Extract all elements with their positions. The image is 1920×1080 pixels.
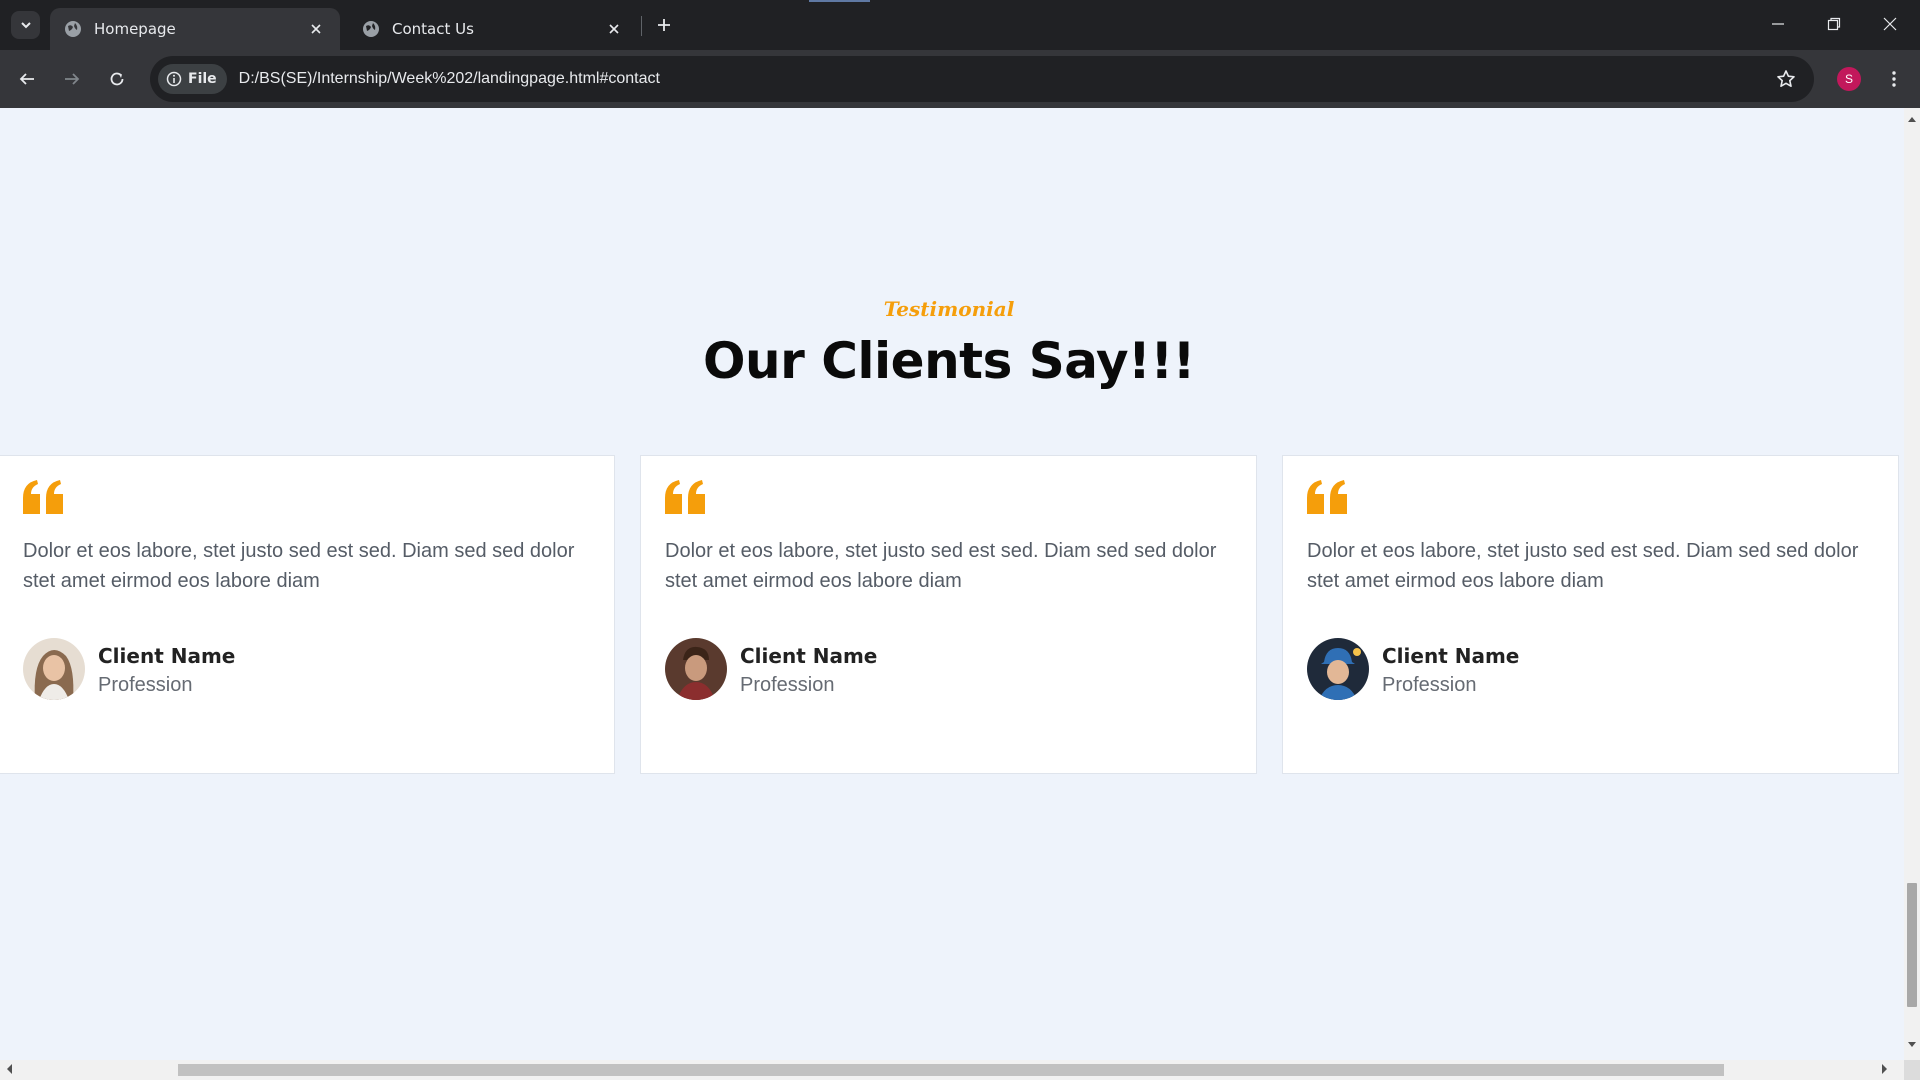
tab-contact-us[interactable]: Contact Us — [348, 8, 638, 50]
client-name: Client Name — [98, 644, 236, 668]
close-icon — [609, 24, 619, 34]
testimonial-card: Dolor et eos labore, stet justo sed est … — [1282, 455, 1899, 774]
globe-icon — [64, 20, 82, 38]
section-eyebrow: Testimonial — [883, 297, 1015, 321]
star-icon — [1777, 70, 1795, 87]
address-bar[interactable]: File D:/BS(SE)/Internship/Week%202/landi… — [150, 56, 1814, 102]
testimonial-card: Dolor et eos labore, stet justo sed est … — [640, 455, 1257, 774]
tab-separator — [641, 16, 642, 36]
horizontal-scrollbar[interactable] — [0, 1060, 1904, 1080]
vertical-scrollbar[interactable] — [1904, 108, 1920, 1060]
kebab-menu-icon — [1892, 71, 1896, 87]
info-icon — [166, 71, 182, 87]
minimize-button[interactable] — [1750, 0, 1806, 48]
tab-search-button[interactable] — [11, 11, 40, 39]
back-button[interactable] — [11, 63, 43, 95]
plus-icon — [658, 19, 670, 31]
browser-menu-button[interactable] — [1880, 63, 1908, 95]
chip-label: File — [188, 71, 217, 87]
scroll-down-arrow-icon[interactable] — [1908, 1042, 1916, 1048]
quote-icon — [665, 480, 705, 514]
tab-search-icon — [20, 22, 31, 29]
section-title: Our Clients Say!!! — [703, 332, 1195, 390]
close-window-button[interactable] — [1862, 0, 1918, 48]
testimonial-text: Dolor et eos labore, stet justo sed est … — [665, 540, 1217, 592]
page-viewport: Testimonial Our Clients Say!!! Dolor et … — [0, 108, 1904, 1060]
client-avatar — [1307, 638, 1369, 700]
tab-title: Homepage — [94, 20, 176, 38]
browser-toolbar: File D:/BS(SE)/Internship/Week%202/landi… — [0, 50, 1920, 108]
forward-button[interactable] — [56, 63, 88, 95]
bookmark-button[interactable] — [1772, 65, 1800, 93]
reload-icon — [110, 72, 124, 86]
reload-button[interactable] — [101, 63, 133, 95]
scroll-up-arrow-icon[interactable] — [1908, 116, 1916, 122]
restore-button[interactable] — [1806, 0, 1862, 48]
site-info-chip[interactable]: File — [158, 64, 227, 94]
client-name: Client Name — [740, 644, 878, 668]
scroll-right-arrow-icon[interactable] — [1882, 1064, 1888, 1074]
scroll-left-arrow-icon[interactable] — [6, 1064, 12, 1074]
testimonial-card: Dolor et eos labore, stet justo sed est … — [0, 455, 615, 774]
tab-title: Contact Us — [392, 20, 474, 38]
client-avatar — [665, 638, 727, 700]
restore-icon — [1827, 17, 1841, 31]
testimonial-text: Dolor et eos labore, stet justo sed est … — [23, 540, 575, 592]
tab-strip: Homepage Contact Us — [0, 0, 1920, 50]
profile-avatar[interactable]: S — [1837, 67, 1861, 91]
tab-close-button[interactable] — [604, 19, 624, 39]
url-text[interactable]: D:/BS(SE)/Internship/Week%202/landingpag… — [239, 70, 660, 88]
drag-indicator — [809, 0, 870, 2]
quote-icon — [23, 480, 63, 514]
client-profession: Profession — [740, 674, 835, 696]
minimize-icon — [1772, 23, 1784, 25]
quote-icon — [1307, 480, 1347, 514]
client-profession: Profession — [98, 674, 193, 696]
client-name: Client Name — [1382, 644, 1520, 668]
testimonial-text: Dolor et eos labore, stet justo sed est … — [1307, 540, 1859, 592]
forward-arrow-icon — [65, 73, 80, 85]
back-arrow-icon — [19, 73, 34, 85]
scrollbar-corner — [1904, 1060, 1920, 1080]
new-tab-button[interactable] — [652, 13, 676, 37]
client-profession: Profession — [1382, 674, 1477, 696]
vertical-scroll-thumb[interactable] — [1907, 883, 1917, 1007]
close-icon — [1883, 17, 1897, 31]
tab-close-button[interactable] — [306, 19, 326, 39]
close-icon — [311, 24, 321, 34]
globe-icon — [362, 20, 380, 38]
client-avatar — [23, 638, 85, 700]
horizontal-scroll-thumb[interactable] — [178, 1064, 1724, 1076]
tab-homepage[interactable]: Homepage — [50, 8, 340, 50]
